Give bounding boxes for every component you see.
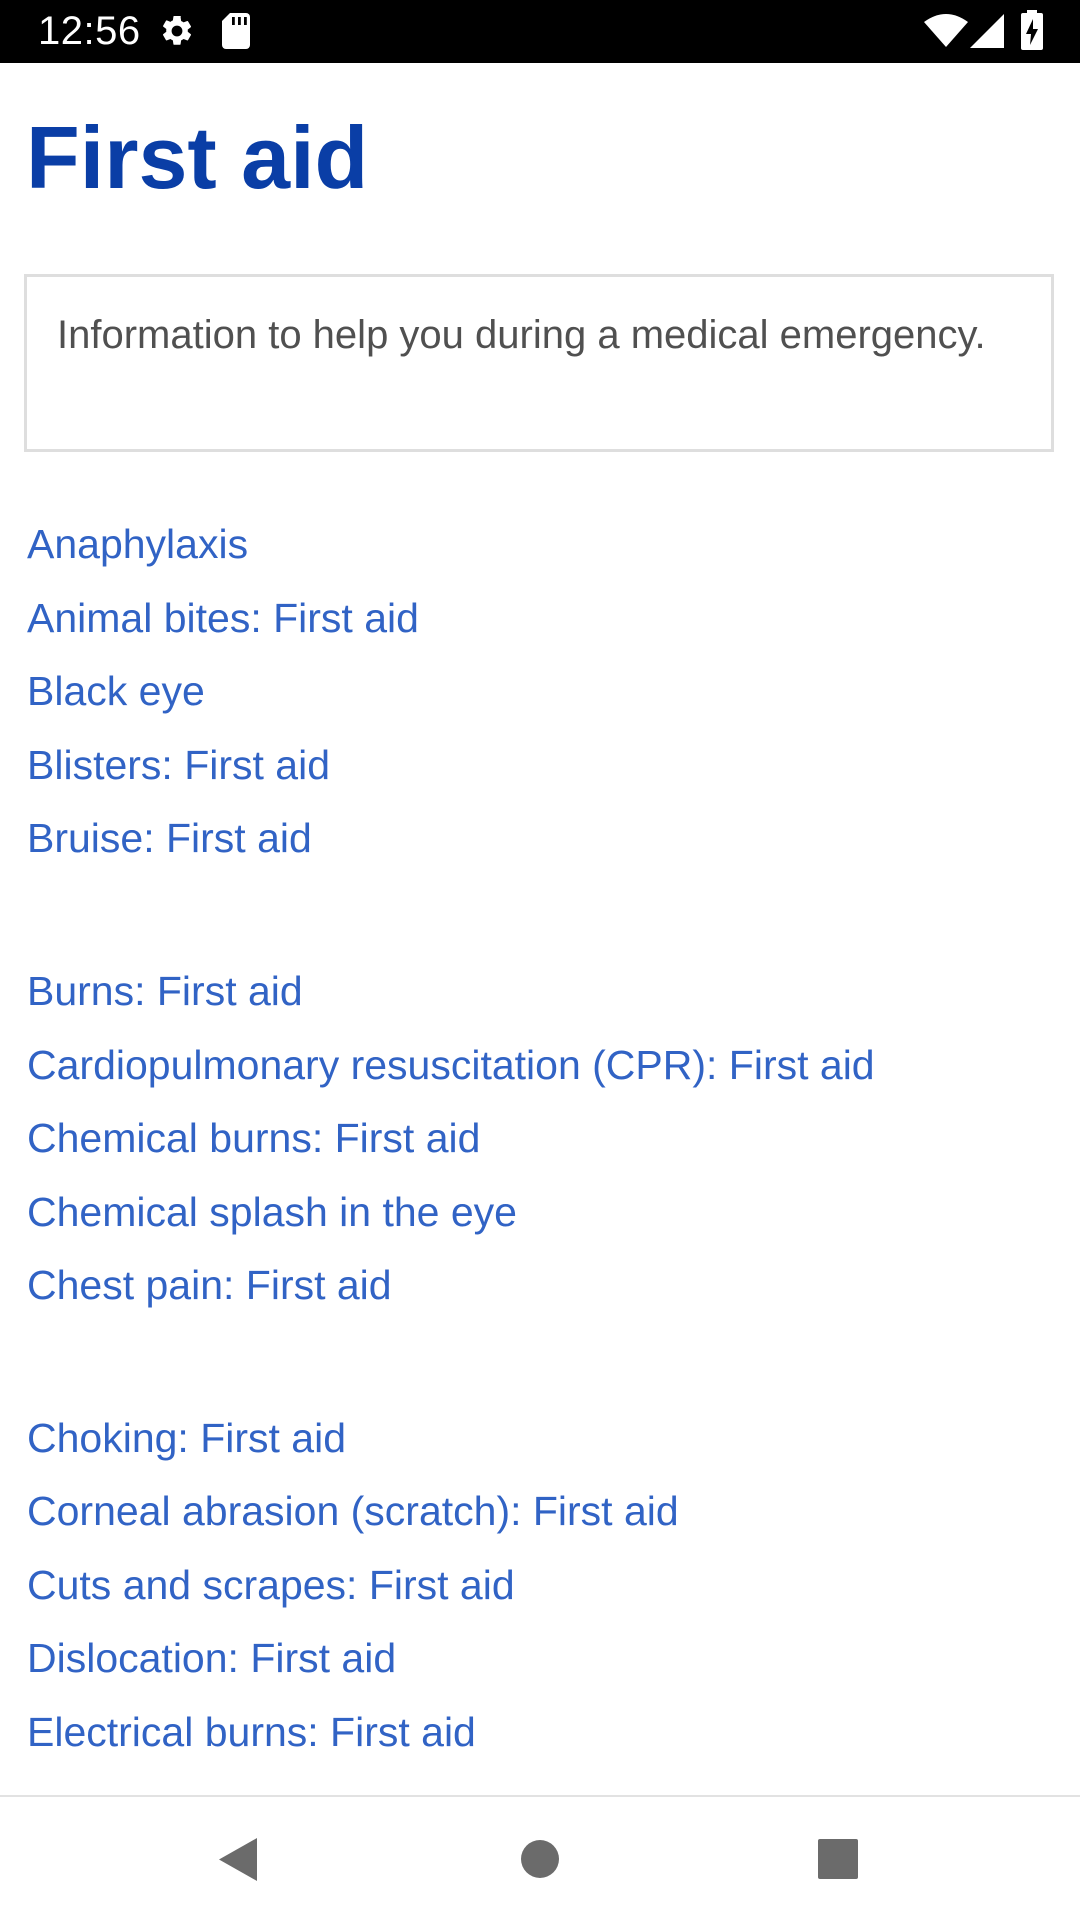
link-animal-bites[interactable]: Animal bites: First aid <box>27 593 419 643</box>
link-blisters[interactable]: Blisters: First aid <box>27 740 330 790</box>
link-corneal-abrasion[interactable]: Corneal abrasion (scratch): First aid <box>27 1486 679 1536</box>
link-bruise[interactable]: Bruise: First aid <box>27 813 312 863</box>
gear-icon <box>162 15 192 45</box>
status-time: 12:56 <box>38 9 141 53</box>
intro-text: Information to help you during a medical… <box>57 313 986 357</box>
wifi-icon <box>924 14 968 47</box>
home-icon <box>521 1840 559 1878</box>
home-button[interactable] <box>480 1797 600 1920</box>
battery-charging-icon <box>1021 10 1043 50</box>
sd-card-icon <box>222 13 250 49</box>
link-chemical-burns[interactable]: Chemical burns: First aid <box>27 1113 480 1163</box>
recents-button[interactable] <box>778 1797 898 1920</box>
link-black-eye[interactable]: Black eye <box>27 666 205 716</box>
recents-icon <box>818 1839 858 1879</box>
link-anaphylaxis[interactable]: Anaphylaxis <box>27 519 248 569</box>
link-dislocation[interactable]: Dislocation: First aid <box>27 1633 396 1683</box>
status-bar: 12:56 <box>0 0 1080 63</box>
link-chemical-splash-eye[interactable]: Chemical splash in the eye <box>27 1187 517 1237</box>
link-burns[interactable]: Burns: First aid <box>27 966 303 1016</box>
cell-signal-icon <box>970 14 1004 48</box>
back-button[interactable] <box>178 1797 298 1920</box>
navigation-bar <box>0 1795 1080 1920</box>
link-cuts-scrapes[interactable]: Cuts and scrapes: First aid <box>27 1560 515 1610</box>
link-electrical-burns[interactable]: Electrical burns: First aid <box>27 1707 476 1757</box>
link-cpr[interactable]: Cardiopulmonary resuscitation (CPR): Fir… <box>27 1040 875 1090</box>
link-choking[interactable]: Choking: First aid <box>27 1413 346 1463</box>
link-chest-pain[interactable]: Chest pain: First aid <box>27 1260 392 1310</box>
back-icon <box>219 1838 257 1881</box>
intro-box: Information to help you during a medical… <box>24 274 1054 452</box>
page-title: First aid <box>26 108 369 207</box>
page-content: First aid Information to help you during… <box>0 63 1080 1795</box>
